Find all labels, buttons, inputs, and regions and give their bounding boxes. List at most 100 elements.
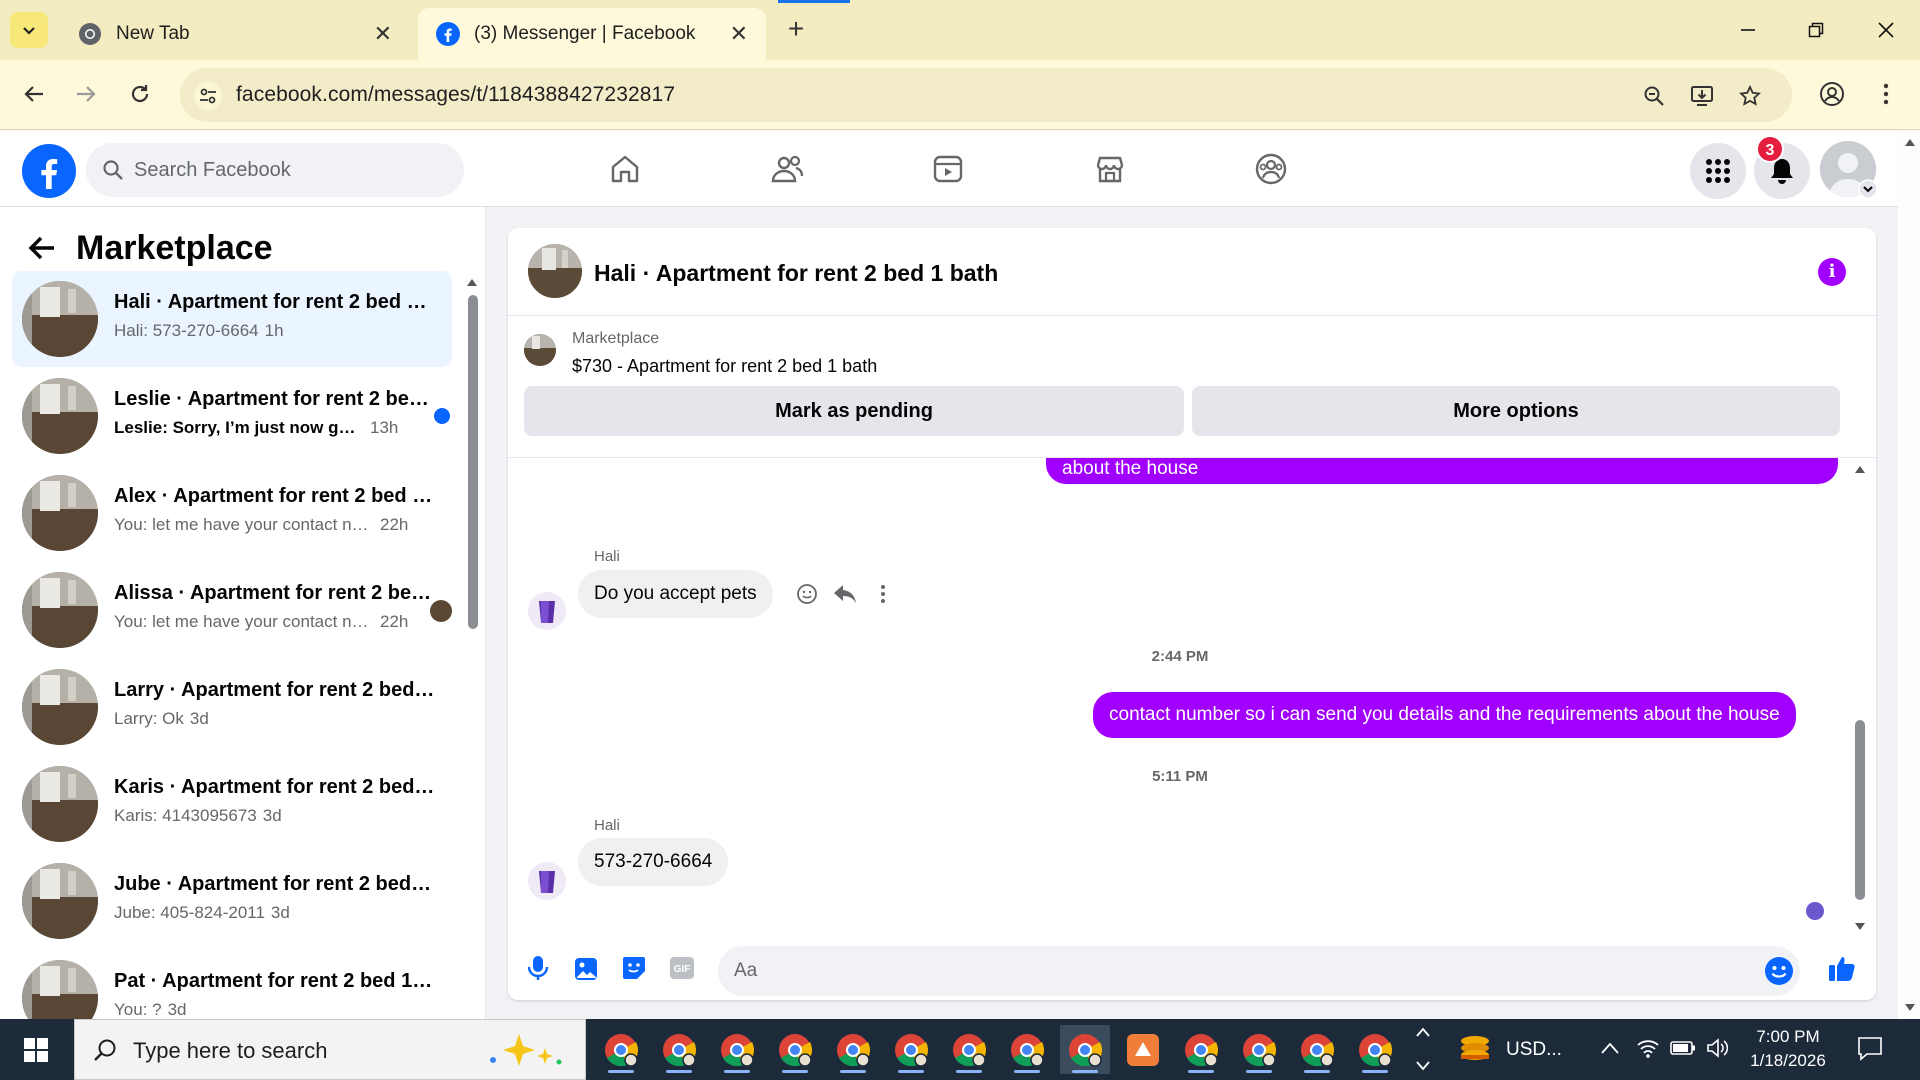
chat-title[interactable]: Hali · Apartment for rent 2 bed 1 bath bbox=[594, 260, 998, 287]
sender-avatar[interactable] bbox=[528, 862, 566, 900]
new-tab-button[interactable]: + bbox=[780, 14, 812, 46]
taskbar-app-chrome[interactable] bbox=[828, 1025, 878, 1074]
facebook-logo-icon[interactable] bbox=[22, 144, 76, 198]
wifi-icon[interactable] bbox=[1636, 1037, 1660, 1059]
taskbar-app-chrome[interactable] bbox=[886, 1025, 936, 1074]
nav-friends[interactable] bbox=[765, 147, 809, 191]
system-clock[interactable]: 7:00 PM 1/18/2026 bbox=[1740, 1025, 1836, 1073]
restore-button[interactable] bbox=[1796, 12, 1836, 48]
scrollbar-thumb[interactable] bbox=[468, 295, 478, 629]
profile-button[interactable] bbox=[1812, 74, 1852, 114]
close-tab-icon[interactable]: ✕ bbox=[730, 21, 748, 47]
start-button[interactable] bbox=[0, 1019, 72, 1080]
tab-new-tab[interactable]: New Tab ✕ bbox=[60, 8, 410, 60]
conversation-item[interactable]: Larry · Apartment for rent 2 bed 1 bath L… bbox=[12, 659, 452, 755]
taskbar-app-chrome[interactable] bbox=[770, 1025, 820, 1074]
browser-menu-button[interactable] bbox=[1866, 74, 1906, 114]
taskbar-app-chrome[interactable] bbox=[1292, 1025, 1342, 1074]
conversation-item[interactable]: Karis · Apartment for rent 2 bed 1 bath K… bbox=[12, 756, 452, 852]
sticker-button[interactable] bbox=[618, 952, 650, 984]
install-app-icon[interactable] bbox=[1688, 82, 1716, 110]
nav-groups[interactable] bbox=[1249, 147, 1293, 191]
notification-center-icon[interactable] bbox=[1856, 1035, 1884, 1063]
conversation-item[interactable]: Pat · Apartment for rent 2 bed 1 bath You… bbox=[12, 950, 452, 1019]
listing-thumbnail[interactable] bbox=[524, 334, 556, 366]
apartment-photo-icon bbox=[528, 244, 582, 298]
scroll-up-icon[interactable] bbox=[1904, 137, 1916, 147]
taskbar-app-chrome[interactable] bbox=[944, 1025, 994, 1074]
sidebar-scrollbar[interactable] bbox=[466, 271, 478, 1001]
scroll-down-icon[interactable] bbox=[1416, 1061, 1430, 1071]
scroll-down-icon[interactable] bbox=[1904, 1003, 1916, 1013]
conversation-item[interactable]: Alex · Apartment for rent 2 bed 1 bath Yo… bbox=[12, 465, 452, 561]
facebook-search-input[interactable]: Search Facebook bbox=[86, 143, 464, 197]
chat-scrollbar[interactable] bbox=[1852, 458, 1868, 938]
nav-watch[interactable] bbox=[926, 147, 970, 191]
chevron-up-icon[interactable] bbox=[1600, 1041, 1620, 1055]
nav-marketplace[interactable] bbox=[1088, 147, 1132, 191]
taskbar-app-teams[interactable] bbox=[1118, 1025, 1168, 1074]
mark-as-pending-button[interactable]: Mark as pending bbox=[524, 386, 1184, 436]
reload-button[interactable] bbox=[120, 74, 160, 114]
taskbar-app-chrome[interactable] bbox=[712, 1025, 762, 1074]
forward-button[interactable] bbox=[66, 74, 106, 114]
bookmark-star-icon[interactable] bbox=[1736, 82, 1764, 110]
preview-text: Karis: 4143095673 bbox=[114, 806, 257, 825]
currency-widget-label[interactable]: USD... bbox=[1506, 1039, 1562, 1061]
currency-widget-icon[interactable] bbox=[1458, 1033, 1492, 1065]
conversation-item[interactable]: Leslie · Apartment for rent 2 bed 1 bath… bbox=[12, 368, 452, 464]
site-info-icon[interactable] bbox=[194, 82, 222, 110]
taskbar-app-chrome[interactable] bbox=[1176, 1025, 1226, 1074]
incoming-message[interactable]: Do you accept pets bbox=[578, 570, 773, 618]
taskbar-app-chrome[interactable] bbox=[1002, 1025, 1052, 1074]
menu-button[interactable] bbox=[1690, 143, 1746, 199]
more-message-actions-button[interactable] bbox=[868, 579, 898, 609]
scroll-up-icon[interactable] bbox=[466, 277, 478, 287]
battery-icon[interactable] bbox=[1670, 1039, 1696, 1057]
reply-button[interactable] bbox=[830, 579, 860, 609]
taskbar-app-chrome[interactable] bbox=[654, 1025, 704, 1074]
url-text[interactable]: facebook.com/messages/t/1184388427232817 bbox=[236, 83, 675, 107]
scroll-up-icon[interactable] bbox=[1854, 464, 1866, 474]
conversation-item[interactable]: Jube · Apartment for rent 2 bed 1 bath Ju… bbox=[12, 853, 452, 949]
react-button[interactable] bbox=[792, 579, 822, 609]
page-scrollbar[interactable] bbox=[1898, 131, 1920, 1019]
minimize-button[interactable] bbox=[1728, 12, 1768, 48]
scroll-up-icon[interactable] bbox=[1416, 1027, 1430, 1037]
sender-avatar[interactable] bbox=[528, 592, 566, 630]
taskbar-app-chrome[interactable] bbox=[1350, 1025, 1400, 1074]
account-chevron-icon[interactable] bbox=[1858, 179, 1878, 199]
nav-home[interactable] bbox=[603, 147, 647, 191]
tab-search-button[interactable] bbox=[10, 12, 48, 48]
send-like-button[interactable] bbox=[1826, 952, 1858, 984]
back-button[interactable] bbox=[14, 74, 54, 114]
conversation-item[interactable]: Alissa · Apartment for rent 2 bed 1 bath… bbox=[12, 562, 452, 658]
taskbar-app-chrome[interactable] bbox=[596, 1025, 646, 1074]
taskbar-app-chrome[interactable] bbox=[1060, 1025, 1110, 1074]
emoji-icon[interactable] bbox=[1764, 956, 1794, 986]
gif-button[interactable]: GIF bbox=[666, 952, 698, 984]
incoming-message[interactable]: 573-270-6664 bbox=[578, 838, 729, 886]
back-arrow-icon[interactable] bbox=[28, 235, 56, 261]
address-bar[interactable]: facebook.com/messages/t/1184388427232817 bbox=[180, 68, 1792, 122]
attach-photo-button[interactable] bbox=[570, 952, 602, 984]
conversation-avatar[interactable] bbox=[528, 244, 582, 298]
scroll-down-icon[interactable] bbox=[1854, 922, 1866, 932]
listing-title[interactable]: $730 - Apartment for rent 2 bed 1 bath bbox=[572, 356, 877, 377]
volume-icon[interactable] bbox=[1706, 1037, 1730, 1059]
more-options-button[interactable]: More options bbox=[1192, 386, 1840, 436]
zoom-icon[interactable] bbox=[1640, 82, 1668, 110]
conversation-item[interactable]: Hali · Apartment for rent 2 bed 1 bath Ha… bbox=[12, 271, 452, 367]
scrollbar-thumb[interactable] bbox=[1855, 720, 1865, 900]
listing-avatar bbox=[22, 378, 98, 454]
close-window-button[interactable] bbox=[1866, 12, 1906, 48]
conversation-info-icon[interactable]: i bbox=[1818, 258, 1846, 286]
taskbar-app-chrome[interactable] bbox=[1234, 1025, 1284, 1074]
close-tab-icon[interactable]: ✕ bbox=[374, 21, 392, 47]
voice-clip-button[interactable] bbox=[522, 952, 554, 984]
message-input[interactable]: Aa bbox=[718, 946, 1800, 996]
outgoing-message[interactable]: about the house bbox=[1046, 458, 1838, 484]
tab-messenger[interactable]: (3) Messenger | Facebook ✕ bbox=[418, 8, 766, 60]
taskbar-search-box[interactable]: Type here to search bbox=[74, 1019, 586, 1080]
outgoing-message[interactable]: contact number so i can send you details… bbox=[1093, 692, 1796, 738]
